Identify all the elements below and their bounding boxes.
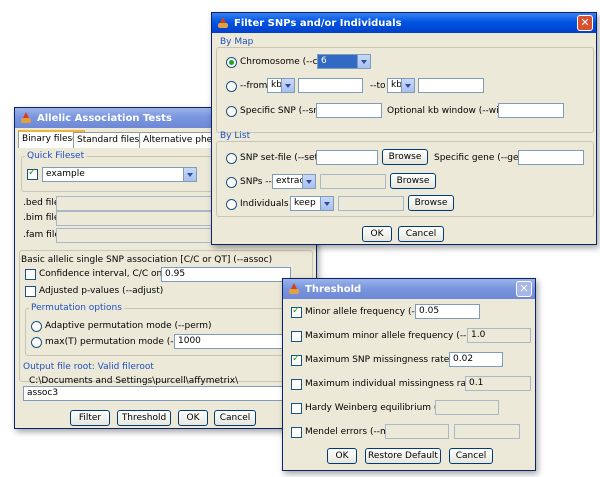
maxmaf-checkbox[interactable]: [291, 331, 302, 342]
chromosome-value: 6: [321, 56, 327, 66]
mind-value: 0.1: [469, 378, 484, 388]
from-input[interactable]: [298, 78, 363, 93]
chevron-down-icon[interactable]: [183, 168, 196, 181]
specific-snp-label: Specific SNP (--snp): [240, 106, 329, 116]
kb-window-input[interactable]: [498, 103, 564, 118]
ci-value: 0.95: [165, 269, 186, 279]
geno-input[interactable]: 0.02: [449, 352, 503, 367]
tab-standard-label: Standard fileset: [77, 135, 149, 145]
filter-titlebar[interactable]: Filter SNPs and/or Individuals: [212, 13, 596, 33]
snp-set-radio[interactable]: [226, 153, 237, 164]
filter-title: Filter SNPs and/or Individuals: [234, 17, 402, 29]
chevron-down-icon[interactable]: [302, 175, 315, 188]
snps-file-input[interactable]: [320, 174, 386, 189]
adjust-label: Adjusted p-values (--adjust): [39, 286, 164, 296]
chevron-down-icon[interactable]: [281, 79, 294, 92]
me-label: Mendel errors (--me): [305, 427, 398, 437]
permutation-label: Permutation options: [29, 303, 124, 313]
chevron-down-icon[interactable]: [401, 79, 414, 92]
app-icon: [20, 112, 32, 124]
app-icon: [217, 17, 229, 29]
adjust-checkbox[interactable]: [25, 286, 36, 297]
close-icon[interactable]: ✕: [516, 281, 532, 297]
filter-window: Filter SNPs and/or Individuals ✕ By Map …: [211, 12, 597, 245]
from-radio[interactable]: [226, 81, 237, 92]
mperm-input[interactable]: 1000: [174, 334, 294, 349]
maf-input[interactable]: 0.05: [415, 304, 480, 319]
snp-set-label: SNP set-file (--set): [240, 153, 322, 163]
specific-snp-input[interactable]: [316, 103, 382, 118]
threshold-titlebar[interactable]: Threshold: [283, 279, 535, 299]
specific-gene-input[interactable]: [518, 150, 584, 165]
individuals-mode-select[interactable]: keep: [290, 196, 334, 211]
close-icon[interactable]: ✕: [577, 15, 593, 31]
threshold-cancel-button[interactable]: Cancel: [449, 448, 493, 464]
maf-value: 0.05: [419, 306, 440, 316]
snps-radio[interactable]: [226, 177, 237, 188]
me-input-1[interactable]: [385, 424, 449, 439]
hwe-input[interactable]: [435, 400, 499, 415]
by-list-label: By List: [220, 131, 251, 141]
quick-fileset-value: example: [46, 169, 85, 179]
to-label: --to: [370, 81, 386, 91]
chevron-down-icon[interactable]: [320, 197, 333, 210]
mind-checkbox[interactable]: [291, 379, 302, 390]
geno-checkbox[interactable]: [291, 353, 302, 366]
app-icon: [288, 283, 300, 295]
maf-checkbox[interactable]: [291, 305, 302, 318]
adaptive-perm-label: Adaptive permutation mode (--perm): [45, 321, 212, 331]
threshold-ok-button[interactable]: OK: [327, 448, 357, 464]
individuals-browse-button[interactable]: Browse: [408, 195, 454, 211]
by-map-label: By Map: [220, 37, 254, 47]
individuals-radio[interactable]: [226, 199, 237, 210]
snps-label: SNPs --: [240, 177, 272, 187]
snp-set-input[interactable]: [316, 150, 378, 165]
chromosome-select[interactable]: 6: [317, 54, 371, 69]
filter-ok-button[interactable]: OK: [362, 226, 392, 242]
ci-input[interactable]: 0.95: [161, 267, 291, 282]
individuals-mode-value: keep: [294, 198, 316, 208]
chromosome-radio[interactable]: [226, 57, 237, 68]
me-checkbox[interactable]: [291, 427, 302, 438]
threshold-window: Threshold ✕ Minor allele frequency (--ma…: [282, 278, 536, 471]
output-name-input[interactable]: assoc3: [23, 386, 311, 401]
ok-button[interactable]: OK: [178, 410, 208, 426]
output-dir: C:\Documents and Settings\purcell\affyme…: [29, 376, 239, 386]
hwe-checkbox[interactable]: [291, 403, 302, 414]
assoc-header: Basic allelic single SNP association [C/…: [21, 255, 273, 265]
quick-fileset-label: Quick Fileset: [25, 151, 87, 161]
individuals-file-input[interactable]: [338, 196, 404, 211]
snp-set-browse-button[interactable]: Browse: [382, 149, 428, 165]
cancel-button[interactable]: Cancel: [214, 410, 256, 426]
filter-button[interactable]: Filter: [70, 410, 110, 426]
allelic-title: Allelic Association Tests: [37, 112, 172, 124]
from-unit-select[interactable]: kb: [267, 78, 295, 93]
quick-fileset-select[interactable]: example: [42, 167, 197, 182]
snps-browse-button[interactable]: Browse: [390, 173, 436, 189]
specific-snp-radio[interactable]: [226, 106, 237, 117]
mperm-value: 1000: [178, 336, 201, 346]
snps-mode-select[interactable]: extract: [272, 174, 316, 189]
from-label: --from: [240, 81, 268, 91]
to-input[interactable]: [418, 78, 484, 93]
restore-default-button[interactable]: Restore Default: [365, 448, 441, 464]
filter-cancel-button[interactable]: Cancel: [398, 226, 444, 242]
quick-fileset-checkbox[interactable]: [27, 167, 38, 180]
adaptive-perm-radio[interactable]: [31, 321, 42, 332]
geno-value: 0.02: [453, 354, 474, 364]
ci-checkbox[interactable]: [25, 269, 36, 280]
output-label: Output file root: Valid fileroot: [23, 362, 154, 372]
maxmaf-value: 1.0: [471, 330, 486, 340]
me-input-2[interactable]: [454, 424, 520, 439]
mind-input[interactable]: 0.1: [465, 376, 531, 391]
maxmaf-input[interactable]: 1.0: [467, 328, 531, 343]
threshold-title: Threshold: [305, 283, 362, 295]
chevron-down-icon[interactable]: [357, 55, 370, 68]
threshold-button[interactable]: Threshold: [117, 410, 171, 426]
output-name-value: assoc3: [27, 388, 59, 398]
to-unit-select[interactable]: kb: [387, 78, 415, 93]
mperm-radio[interactable]: [31, 337, 42, 348]
